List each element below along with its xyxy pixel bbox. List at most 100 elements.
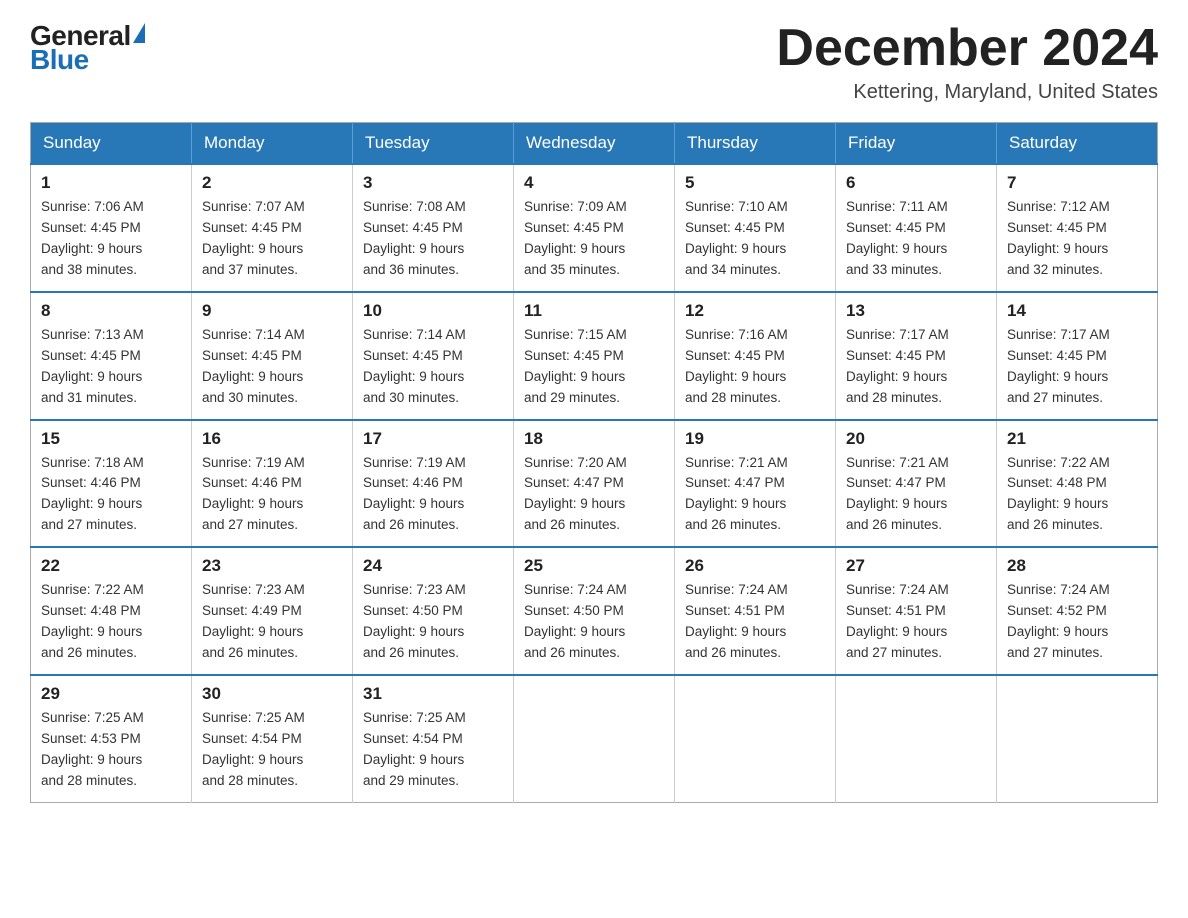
day-info: Sunrise: 7:22 AMSunset: 4:48 PMDaylight:…	[41, 580, 181, 664]
calendar-cell: 22 Sunrise: 7:22 AMSunset: 4:48 PMDayligh…	[31, 547, 192, 675]
calendar-cell: 5 Sunrise: 7:10 AMSunset: 4:45 PMDaylight…	[675, 164, 836, 292]
day-number: 27	[846, 556, 986, 576]
calendar-cell: 14 Sunrise: 7:17 AMSunset: 4:45 PMDayligh…	[997, 292, 1158, 420]
day-number: 10	[363, 301, 503, 321]
day-number: 21	[1007, 429, 1147, 449]
page-header: General Blue December 2024 Kettering, Ma…	[30, 20, 1158, 104]
day-number: 7	[1007, 173, 1147, 193]
header-sunday: Sunday	[31, 123, 192, 165]
day-info: Sunrise: 7:07 AMSunset: 4:45 PMDaylight:…	[202, 197, 342, 281]
day-number: 22	[41, 556, 181, 576]
day-number: 13	[846, 301, 986, 321]
day-info: Sunrise: 7:14 AMSunset: 4:45 PMDaylight:…	[363, 325, 503, 409]
day-number: 12	[685, 301, 825, 321]
day-number: 25	[524, 556, 664, 576]
calendar-cell: 23Sunrise: 7:23 AMSunset: 4:49 PMDayligh…	[192, 547, 353, 675]
calendar-cell: 2Sunrise: 7:07 AMSunset: 4:45 PMDaylight…	[192, 164, 353, 292]
calendar-cell: 21 Sunrise: 7:22 AMSunset: 4:48 PMDayligh…	[997, 420, 1158, 548]
logo-triangle-icon	[133, 23, 145, 43]
day-info: Sunrise: 7:17 AMSunset: 4:45 PMDaylight:…	[1007, 325, 1147, 409]
day-number: 6	[846, 173, 986, 193]
day-info: Sunrise: 7:23 AMSunset: 4:50 PMDaylight:…	[363, 580, 503, 664]
day-number: 14	[1007, 301, 1147, 321]
month-title: December 2024	[776, 20, 1158, 77]
day-number: 20	[846, 429, 986, 449]
day-info: Sunrise: 7:13 AMSunset: 4:45 PMDaylight:…	[41, 325, 181, 409]
header-tuesday: Tuesday	[353, 123, 514, 165]
day-number: 24	[363, 556, 503, 576]
day-info: Sunrise: 7:24 AMSunset: 4:51 PMDaylight:…	[846, 580, 986, 664]
day-info: Sunrise: 7:06 AMSunset: 4:45 PMDaylight:…	[41, 197, 181, 281]
day-number: 4	[524, 173, 664, 193]
week-row-4: 22 Sunrise: 7:22 AMSunset: 4:48 PMDayligh…	[31, 547, 1158, 675]
calendar-cell: 16Sunrise: 7:19 AMSunset: 4:46 PMDayligh…	[192, 420, 353, 548]
day-number: 9	[202, 301, 342, 321]
day-info: Sunrise: 7:11 AMSunset: 4:45 PMDaylight:…	[846, 197, 986, 281]
week-row-2: 8 Sunrise: 7:13 AMSunset: 4:45 PMDaylight…	[31, 292, 1158, 420]
header-saturday: Saturday	[997, 123, 1158, 165]
calendar-cell: 12 Sunrise: 7:16 AMSunset: 4:45 PMDayligh…	[675, 292, 836, 420]
calendar-cell: 4 Sunrise: 7:09 AMSunset: 4:45 PMDaylight…	[514, 164, 675, 292]
calendar-cell: 18Sunrise: 7:20 AMSunset: 4:47 PMDayligh…	[514, 420, 675, 548]
day-number: 31	[363, 684, 503, 704]
day-info: Sunrise: 7:24 AMSunset: 4:52 PMDaylight:…	[1007, 580, 1147, 664]
day-info: Sunrise: 7:15 AMSunset: 4:45 PMDaylight:…	[524, 325, 664, 409]
day-info: Sunrise: 7:25 AMSunset: 4:54 PMDaylight:…	[202, 708, 342, 792]
week-row-1: 1 Sunrise: 7:06 AMSunset: 4:45 PMDaylight…	[31, 164, 1158, 292]
day-number: 1	[41, 173, 181, 193]
day-info: Sunrise: 7:24 AMSunset: 4:50 PMDaylight:…	[524, 580, 664, 664]
calendar-cell: 8 Sunrise: 7:13 AMSunset: 4:45 PMDaylight…	[31, 292, 192, 420]
header-friday: Friday	[836, 123, 997, 165]
calendar-cell: 7Sunrise: 7:12 AMSunset: 4:45 PMDaylight…	[997, 164, 1158, 292]
day-number: 3	[363, 173, 503, 193]
calendar-cell: 19 Sunrise: 7:21 AMSunset: 4:47 PMDayligh…	[675, 420, 836, 548]
calendar-cell: 29Sunrise: 7:25 AMSunset: 4:53 PMDayligh…	[31, 675, 192, 802]
day-info: Sunrise: 7:16 AMSunset: 4:45 PMDaylight:…	[685, 325, 825, 409]
calendar-cell: 24 Sunrise: 7:23 AMSunset: 4:50 PMDayligh…	[353, 547, 514, 675]
week-row-3: 15Sunrise: 7:18 AMSunset: 4:46 PMDayligh…	[31, 420, 1158, 548]
calendar-cell: 15Sunrise: 7:18 AMSunset: 4:46 PMDayligh…	[31, 420, 192, 548]
calendar-cell: 26 Sunrise: 7:24 AMSunset: 4:51 PMDayligh…	[675, 547, 836, 675]
day-number: 5	[685, 173, 825, 193]
day-number: 17	[363, 429, 503, 449]
day-info: Sunrise: 7:22 AMSunset: 4:48 PMDaylight:…	[1007, 453, 1147, 537]
day-number: 15	[41, 429, 181, 449]
calendar-cell: 13 Sunrise: 7:17 AMSunset: 4:45 PMDayligh…	[836, 292, 997, 420]
calendar-cell	[997, 675, 1158, 802]
calendar-header-row: SundayMondayTuesdayWednesdayThursdayFrid…	[31, 123, 1158, 165]
header-wednesday: Wednesday	[514, 123, 675, 165]
day-info: Sunrise: 7:23 AMSunset: 4:49 PMDaylight:…	[202, 580, 342, 664]
day-info: Sunrise: 7:21 AMSunset: 4:47 PMDaylight:…	[685, 453, 825, 537]
day-number: 19	[685, 429, 825, 449]
day-number: 18	[524, 429, 664, 449]
calendar-cell: 6 Sunrise: 7:11 AMSunset: 4:45 PMDaylight…	[836, 164, 997, 292]
calendar-cell: 30 Sunrise: 7:25 AMSunset: 4:54 PMDayligh…	[192, 675, 353, 802]
day-number: 8	[41, 301, 181, 321]
calendar-cell: 11Sunrise: 7:15 AMSunset: 4:45 PMDayligh…	[514, 292, 675, 420]
location-text: Kettering, Maryland, United States	[776, 81, 1158, 104]
calendar-cell: 3 Sunrise: 7:08 AMSunset: 4:45 PMDaylight…	[353, 164, 514, 292]
day-number: 30	[202, 684, 342, 704]
title-area: December 2024 Kettering, Maryland, Unite…	[776, 20, 1158, 104]
header-monday: Monday	[192, 123, 353, 165]
day-number: 26	[685, 556, 825, 576]
calendar-cell: 1 Sunrise: 7:06 AMSunset: 4:45 PMDaylight…	[31, 164, 192, 292]
header-thursday: Thursday	[675, 123, 836, 165]
calendar-cell	[836, 675, 997, 802]
calendar-cell	[514, 675, 675, 802]
calendar-cell	[675, 675, 836, 802]
day-info: Sunrise: 7:21 AMSunset: 4:47 PMDaylight:…	[846, 453, 986, 537]
calendar-cell: 9 Sunrise: 7:14 AMSunset: 4:45 PMDaylight…	[192, 292, 353, 420]
day-info: Sunrise: 7:09 AMSunset: 4:45 PMDaylight:…	[524, 197, 664, 281]
day-info: Sunrise: 7:24 AMSunset: 4:51 PMDaylight:…	[685, 580, 825, 664]
calendar-cell: 28Sunrise: 7:24 AMSunset: 4:52 PMDayligh…	[997, 547, 1158, 675]
week-row-5: 29Sunrise: 7:25 AMSunset: 4:53 PMDayligh…	[31, 675, 1158, 802]
calendar-cell: 10 Sunrise: 7:14 AMSunset: 4:45 PMDayligh…	[353, 292, 514, 420]
calendar-cell: 17Sunrise: 7:19 AMSunset: 4:46 PMDayligh…	[353, 420, 514, 548]
day-info: Sunrise: 7:17 AMSunset: 4:45 PMDaylight:…	[846, 325, 986, 409]
day-info: Sunrise: 7:10 AMSunset: 4:45 PMDaylight:…	[685, 197, 825, 281]
day-info: Sunrise: 7:14 AMSunset: 4:45 PMDaylight:…	[202, 325, 342, 409]
day-number: 16	[202, 429, 342, 449]
day-info: Sunrise: 7:08 AMSunset: 4:45 PMDaylight:…	[363, 197, 503, 281]
day-number: 29	[41, 684, 181, 704]
